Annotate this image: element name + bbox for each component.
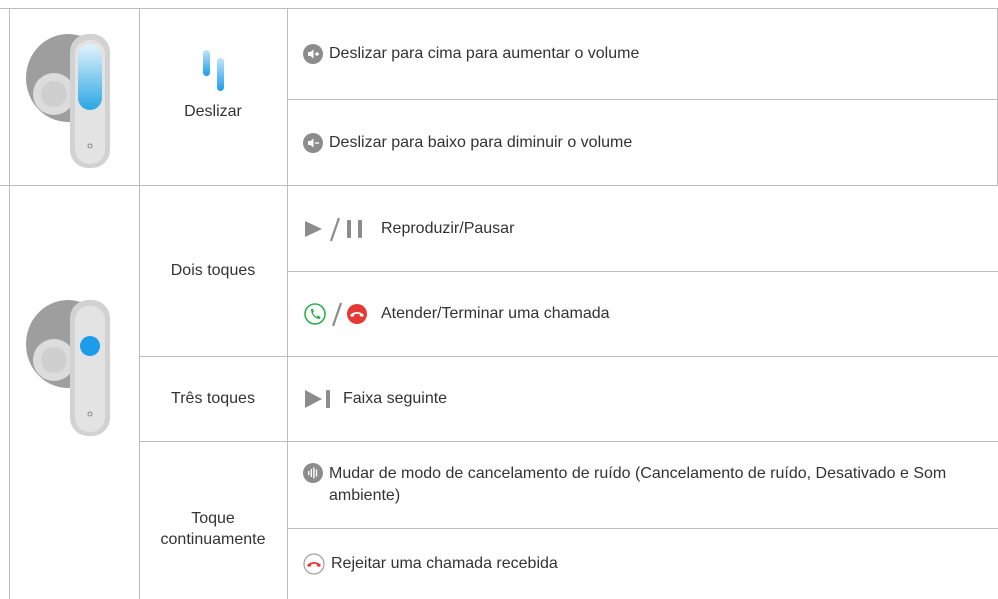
action-next-track: Faixa seguinte	[303, 357, 978, 441]
volume-down-icon	[303, 132, 323, 153]
action-volume-down: Deslizar para baixo para diminuir o volu…	[303, 100, 978, 185]
earbud-tap-illustration	[20, 288, 130, 440]
action-answer-end-call: Atender/Terminar uma chamada	[303, 272, 978, 356]
action-text: Rejeitar uma chamada recebida	[331, 555, 558, 573]
gesture-label-slide: Deslizar	[184, 102, 242, 120]
earbud-slide-illustration	[20, 22, 130, 172]
action-noise-mode: Mudar de modo de cancelamento de ruído (…	[303, 442, 978, 528]
gesture-label-double-tap: Dois toques	[170, 261, 256, 279]
action-play-pause: Reproduzir/Pausar	[303, 186, 978, 271]
gesture-label-triple-tap: Três toques	[171, 389, 255, 407]
action-text: Atender/Terminar uma chamada	[381, 305, 610, 323]
column-divider-2	[287, 8, 288, 599]
noise-mode-icon	[303, 463, 323, 483]
action-text: Mudar de modo de cancelamento de ruído (…	[329, 465, 947, 504]
table-left-border	[9, 8, 10, 599]
slide-gesture-icon	[203, 50, 227, 92]
volume-up-icon	[303, 44, 323, 64]
action-text: Deslizar para cima para aumentar o volum…	[329, 45, 640, 63]
reject-call-icon	[303, 553, 325, 575]
action-text: Reproduzir/Pausar	[381, 219, 515, 237]
play-pause-icon	[303, 216, 375, 242]
action-reject-call: Rejeitar uma chamada recebida	[303, 529, 978, 599]
action-text: Deslizar para baixo para diminuir o volu…	[329, 133, 633, 151]
action-text: Faixa seguinte	[343, 390, 448, 408]
gesture-label-long-press: Toque continuamente	[160, 510, 266, 548]
answer-end-call-icon	[303, 301, 375, 327]
action-volume-up: Deslizar para cima para aumentar o volum…	[303, 9, 978, 99]
next-track-icon	[303, 387, 337, 411]
